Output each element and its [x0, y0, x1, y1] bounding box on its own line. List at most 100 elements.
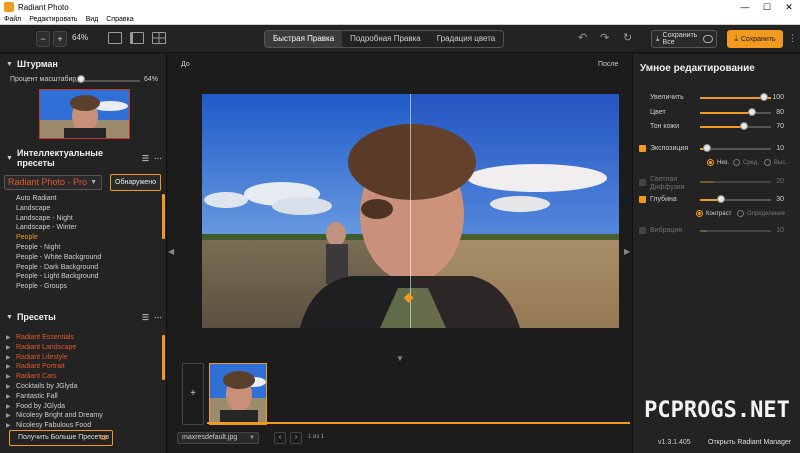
- minimize-button[interactable]: —: [734, 0, 756, 14]
- list-view-icon[interactable]: ☰: [142, 154, 149, 163]
- navigator-title: Штурман: [16, 59, 58, 69]
- depth-contrast-label: Контраст: [706, 211, 732, 217]
- collapse-arrow-icon[interactable]: ▼: [6, 61, 13, 68]
- navigator-thumbnail[interactable]: [39, 89, 130, 139]
- tab-quick-edit[interactable]: Быстрая Правка: [265, 31, 343, 47]
- download-icon: ⤓: [656, 34, 660, 43]
- color-label: Цвет: [650, 109, 666, 116]
- list-view-icon[interactable]: ☰: [142, 313, 149, 322]
- color-slider-fill: [700, 112, 752, 114]
- save-button[interactable]: ⤓ Сохранить: [727, 30, 783, 48]
- menu-file[interactable]: Файл: [4, 16, 21, 23]
- exposure-mid-radio[interactable]: [733, 159, 740, 166]
- canvas-area: До После ◀ ▶ ◆ ▼ + maxresdefault.jpg ▼ ‹…: [168, 54, 631, 453]
- more-dots-icon[interactable]: ⋯: [154, 313, 162, 322]
- split-handle-icon[interactable]: ◆: [404, 290, 413, 304]
- collapse-arrow-icon[interactable]: ▼: [6, 314, 13, 321]
- next-image-button[interactable]: ›: [290, 432, 302, 444]
- list-item[interactable]: People - Night: [0, 243, 160, 253]
- preset-pack-select[interactable]: Radiant Photo - Pro ▼: [4, 175, 102, 190]
- exposure-high-radio[interactable]: [764, 159, 771, 166]
- split-view-icon[interactable]: [130, 32, 144, 44]
- list-item[interactable]: Landscape: [0, 204, 160, 214]
- list-item[interactable]: ▶ Cocktails by JGlyda: [0, 382, 160, 392]
- skin-tone-slider-fill: [700, 126, 745, 128]
- exposure-checkbox[interactable]: [639, 145, 646, 152]
- list-item-selected[interactable]: People: [0, 233, 160, 243]
- skin-tone-slider-handle[interactable]: [740, 122, 748, 130]
- enhance-value: 100: [772, 94, 784, 101]
- menu-edit[interactable]: Редактировать: [29, 16, 77, 23]
- detected-button[interactable]: Обнаружено: [110, 174, 161, 191]
- zoom-percent-label: Процент масштабир: [10, 76, 77, 83]
- before-label: До: [181, 61, 190, 68]
- list-item[interactable]: Landscape - Winter: [0, 223, 160, 233]
- zoom-in-button[interactable]: +: [53, 31, 67, 47]
- more-menu-icon[interactable]: ⋮: [788, 34, 797, 43]
- get-more-presets-button[interactable]: Получить Больше Пресетов ⧉: [9, 430, 113, 446]
- list-item[interactable]: ▶ Radiant Landscape: [0, 343, 160, 353]
- list-item[interactable]: Auto Radiant: [0, 194, 160, 204]
- close-button[interactable]: ✕: [778, 0, 800, 14]
- exposure-slider-handle[interactable]: [703, 144, 711, 152]
- collapse-right-panel-icon[interactable]: ▶: [624, 247, 630, 256]
- menu-view[interactable]: Вид: [86, 16, 99, 23]
- menu-help[interactable]: Справка: [106, 16, 133, 23]
- zoom-out-button[interactable]: −: [36, 31, 50, 47]
- compare-view-icon[interactable]: [152, 32, 166, 44]
- depth-definition-radio[interactable]: [737, 210, 744, 217]
- collapse-left-panel-icon[interactable]: ◀: [168, 247, 174, 256]
- zoom-value: 64%: [72, 33, 89, 42]
- smart-presets-header[interactable]: ▼ Интеллектуальные пресеты ☰ ⋯: [0, 148, 167, 168]
- left-panel: ▼ Штурман Процент масштабир 64% ▼ Интелл…: [0, 54, 167, 453]
- list-item[interactable]: ▶ Radiant Portrait: [0, 362, 160, 372]
- depth-slider-handle[interactable]: [717, 195, 725, 203]
- list-item[interactable]: People - Light Background: [0, 272, 160, 282]
- list-item[interactable]: People - White Background: [0, 253, 160, 263]
- undo-icon[interactable]: ↶: [578, 33, 587, 44]
- light-diffusion-checkbox[interactable]: [639, 179, 646, 186]
- depth-checkbox[interactable]: [639, 196, 646, 203]
- enhance-label: Увеличить: [650, 94, 684, 101]
- file-select[interactable]: maxresdefault.jpg ▼: [177, 432, 259, 444]
- navigator-header[interactable]: ▼ Штурман: [0, 56, 167, 72]
- reset-icon[interactable]: ↻: [623, 33, 632, 44]
- photo-preview[interactable]: ◆: [202, 94, 619, 328]
- presets-scrollbar[interactable]: [162, 335, 165, 380]
- color-slider-handle[interactable]: [748, 108, 756, 116]
- page-counter: 1 из 1: [308, 434, 325, 440]
- add-image-button[interactable]: +: [182, 363, 204, 425]
- list-item[interactable]: ▶ Nicolesy Bright and Dreamy: [0, 411, 160, 421]
- open-manager-link[interactable]: Открыть Radiant Manager: [708, 439, 791, 446]
- light-diffusion-label-1: Светлая: [650, 176, 678, 183]
- list-item[interactable]: People - Dark Background: [0, 263, 160, 273]
- smart-presets-scrollbar[interactable]: [162, 194, 165, 239]
- maximize-button[interactable]: ☐: [756, 0, 778, 14]
- save-all-button[interactable]: ⤓ Сохранить Все: [651, 30, 717, 48]
- vibrance-slider[interactable]: [700, 230, 771, 232]
- presets-header[interactable]: ▼ Пресеты ☰ ⋯: [0, 309, 167, 325]
- collapse-arrow-icon[interactable]: ▼: [6, 155, 13, 162]
- list-item[interactable]: Landscape - Night: [0, 214, 160, 224]
- filmstrip-thumbnail[interactable]: [209, 363, 267, 425]
- list-item[interactable]: ▶ Radiant Lifestyle: [0, 353, 160, 363]
- zoom-slider-handle[interactable]: [77, 75, 85, 83]
- vibrance-slider-fill: [700, 230, 707, 232]
- single-view-icon[interactable]: [108, 32, 122, 44]
- list-item[interactable]: People - Groups: [0, 282, 160, 292]
- collapse-filmstrip-icon[interactable]: ▼: [396, 354, 404, 363]
- list-item[interactable]: ▶ Fantastic Fall: [0, 392, 160, 402]
- list-item[interactable]: ▶ Radiant Essentials: [0, 333, 160, 343]
- tab-color-grading[interactable]: Градация цвета: [429, 31, 503, 47]
- more-dots-icon[interactable]: ⋯: [154, 154, 162, 163]
- title-bar: Radiant Photo — ☐ ✕: [0, 0, 800, 14]
- list-item[interactable]: ▶ Radiant Cats: [0, 372, 160, 382]
- list-item[interactable]: ▶ Food by JGlyda: [0, 402, 160, 412]
- vibrance-value: 10: [776, 227, 784, 234]
- prev-image-button[interactable]: ‹: [274, 432, 286, 444]
- tab-detailed-edit[interactable]: Подробная Правка: [342, 31, 429, 47]
- vibrance-checkbox[interactable]: [639, 227, 646, 234]
- depth-contrast-radio[interactable]: [696, 210, 703, 217]
- exposure-low-radio[interactable]: [707, 159, 714, 166]
- redo-icon[interactable]: ↷: [600, 33, 609, 44]
